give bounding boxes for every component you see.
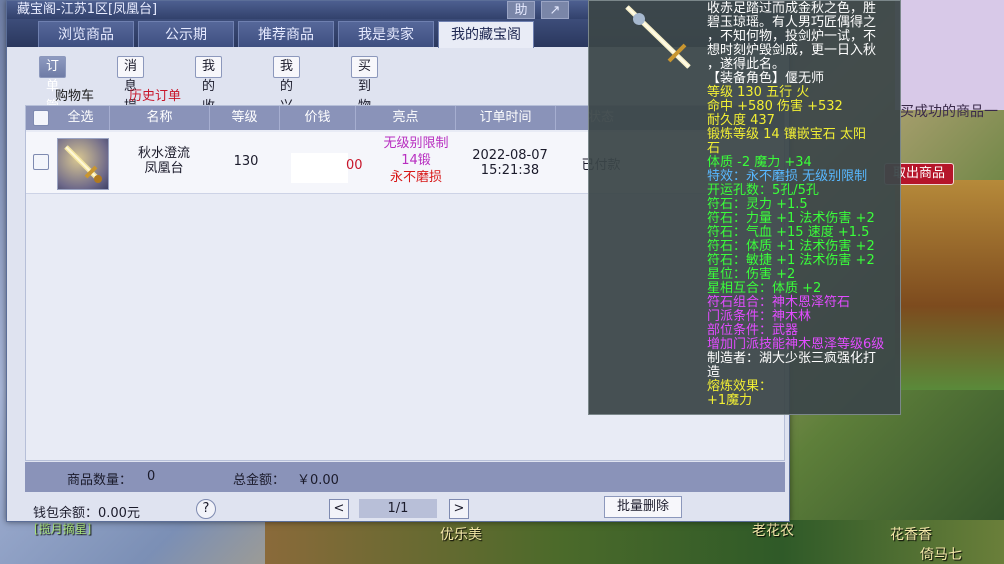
help-label: 助 [514, 3, 528, 18]
tooltip-melt-value: +1魔力 [707, 393, 753, 408]
order-date: 2022-08-07 [472, 148, 548, 163]
npc-name-2[interactable]: 老花农 [752, 520, 794, 540]
highlight-durable: 永不磨损 [389, 170, 442, 185]
header-name: 名称 [110, 106, 210, 130]
subtab-interests[interactable]: 我的兴趣 [273, 56, 301, 134]
tab-label: 公示期 [165, 27, 207, 43]
item-name: 秋水澄流 凤凰台 [137, 146, 190, 176]
tab-label: 我的藏宝阁 [451, 27, 521, 43]
tab-browse[interactable]: 浏览商品 [38, 21, 134, 47]
batch-delete-button[interactable]: 批量删除 [604, 496, 682, 518]
help-glyph: ? [202, 501, 210, 516]
order-clock: 15:21:38 [480, 163, 540, 178]
tab-label: 浏览商品 [58, 27, 114, 43]
item-level: 130 [233, 154, 259, 169]
cart-link[interactable]: 购物车 [55, 85, 94, 104]
tab-seller[interactable]: 我是卖家 [338, 21, 434, 47]
price-redaction [291, 153, 348, 183]
order-time: 2022-08-07 15:21:38 [462, 148, 558, 178]
total-value: ￥0.00 [297, 473, 339, 488]
count-label: 商品数量： [67, 473, 133, 488]
header-select-all[interactable]: 全选 [52, 106, 110, 130]
chevron-right-icon: > [453, 501, 465, 516]
item-tooltip: 收赤足踏过而成金秋之色，胜 碧玉琼瑶。有人男巧匠偶得之 ，不知何物，投剑炉一试，… [588, 0, 901, 415]
item-highlights: 无级别限制 14锻 永不磨损 [376, 135, 456, 186]
weapon-preview-icon [625, 5, 691, 69]
row-checkbox[interactable] [33, 154, 49, 170]
count-value: 0 [147, 469, 156, 484]
tab-public[interactable]: 公示期 [138, 21, 234, 47]
history-orders-link[interactable]: 历史订单 [129, 85, 181, 104]
summary-bar: 商品数量： 0 总金额： ￥0.00 [25, 462, 785, 492]
header-order-time: 订单时间 [456, 106, 556, 130]
npc-name-1[interactable]: 优乐美 [440, 524, 482, 544]
header-highlights: 亮点 [356, 106, 456, 130]
wallet-balance: 钱包余额：0.00元 [33, 506, 140, 521]
behind-window-text: 买成功的商品一 [900, 104, 998, 120]
expand-icon: ↗ [549, 3, 561, 18]
help-icon[interactable]: ? [196, 499, 216, 519]
npc-name-4[interactable]: 倚马七 [920, 544, 962, 564]
next-page-button[interactable]: > [449, 499, 469, 519]
tab-my-pavilion[interactable]: 我的藏宝阁 [438, 21, 534, 48]
bottom-bar: 钱包余额：0.00元 ? < 1/1 > 批量删除 [7, 495, 791, 521]
game-scene-top-right [895, 0, 1004, 110]
bottom-left-label: [揽月摘星] [34, 522, 92, 536]
tooltip-stat-4: 锻炼等级 14 镶嵌宝石 太阳 [707, 127, 866, 142]
total-label: 总金额： [233, 473, 286, 488]
game-building [895, 180, 1004, 390]
window-title: 藏宝阁-江苏1区[凤凰台] [17, 2, 158, 17]
batch-delete-label: 批量删除 [616, 499, 669, 514]
chevron-left-icon: < [333, 501, 345, 516]
sword-icon [64, 145, 102, 183]
npc-name-3[interactable]: 花香香 [890, 524, 932, 544]
subtab-messages[interactable]: 消息提醒 [117, 56, 145, 134]
prev-page-button[interactable]: < [329, 499, 349, 519]
header-level: 等级 [210, 106, 280, 130]
tab-label: 推荐商品 [258, 27, 314, 43]
tab-recommend[interactable]: 推荐商品 [238, 21, 334, 47]
subtab-orders[interactable]: 订单管理 [39, 56, 67, 134]
select-all-checkbox[interactable] [33, 110, 49, 126]
item-price: 00 [346, 158, 363, 173]
weapon-item-icon[interactable] [57, 138, 109, 190]
tooltip-maker-1: 制造者：湖大少张三疯强化打 [707, 351, 877, 366]
help-button[interactable]: 助 [507, 1, 535, 19]
tab-label: 我是卖家 [358, 27, 414, 43]
header-price: 价钱 [280, 106, 356, 130]
subtab-favorites[interactable]: 我的收藏 [195, 56, 223, 134]
highlight-no-level: 无级别限制 [383, 136, 449, 151]
page-indicator: 1/1 [359, 499, 437, 518]
highlight-forge: 14锻 [401, 153, 431, 168]
subtab-bought[interactable]: 买到物品 [351, 56, 379, 134]
expand-button[interactable]: ↗ [541, 1, 569, 19]
